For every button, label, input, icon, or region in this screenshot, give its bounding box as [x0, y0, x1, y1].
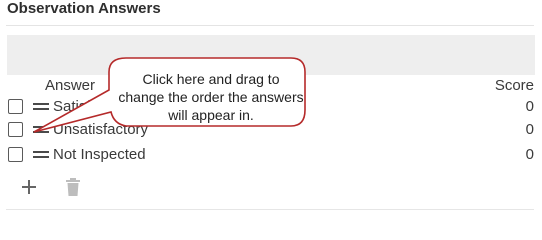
- trash-icon[interactable]: [64, 177, 82, 197]
- score-value: 0: [525, 146, 534, 163]
- table-row: Not Inspected 0: [0, 145, 542, 165]
- drag-handle-icon[interactable]: [33, 124, 49, 134]
- callout-text: Click here and drag to change the order …: [118, 71, 304, 123]
- row-checkbox[interactable]: [8, 122, 23, 137]
- bottom-divider: [6, 209, 534, 210]
- column-header-answer: Answer: [45, 77, 96, 94]
- title-divider: [6, 25, 534, 26]
- answer-label: Not Inspected: [53, 146, 146, 163]
- score-value: 0: [525, 121, 534, 138]
- row-checkbox[interactable]: [8, 147, 23, 162]
- drag-handle-icon[interactable]: [33, 101, 49, 111]
- row-checkbox[interactable]: [8, 99, 23, 114]
- table-toolbar-band: [7, 35, 535, 75]
- plus-icon[interactable]: [20, 178, 38, 196]
- drag-handle-icon[interactable]: [33, 149, 49, 159]
- column-header-score: Score: [494, 77, 534, 94]
- section-title: Observation Answers: [7, 0, 161, 17]
- score-value: 0: [525, 98, 534, 115]
